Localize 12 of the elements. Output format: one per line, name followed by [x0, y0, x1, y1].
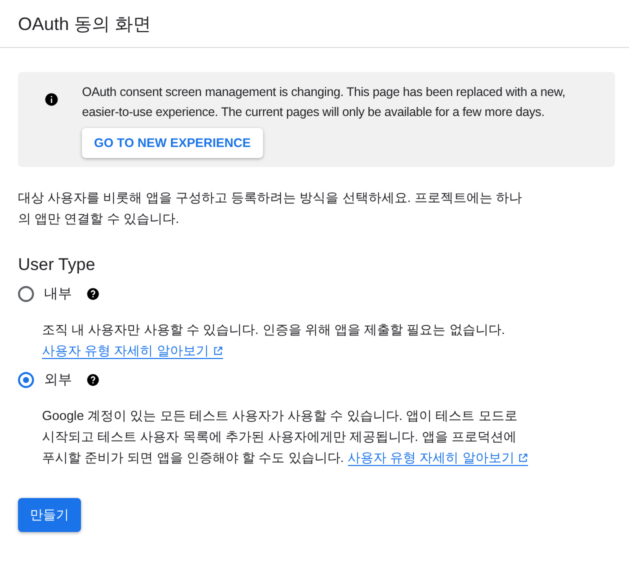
option-description: 조직 내 사용자만 사용할 수 있습니다. 인증을 위해 앱을 제출할 필요는 없습니다. 사용자 유형 자세히 알아보기: [42, 321, 506, 361]
intro-text: 대상 사용자를 비롯해 앱을 구성하고 등록하려는 방식을 선택하세요. 프로젝트에는 하나의 앱만 연결할 수 있습니다.: [18, 189, 524, 228]
page-title: OAuth 동의 화면: [18, 12, 152, 36]
learn-more-link[interactable]: 사용자 유형 자세히 알아보기: [348, 450, 528, 466]
notice-text: OAuth consent screen management is changing. This page has been replaced with a new, easier-to-use experience. The current pages will only be available for a few more days.: [82, 84, 566, 121]
option-description: Google 계정이 있는 모든 테스트 사용자가 사용할 수 있습니다. 앱이 테스트 모드로 시작되고 테스트 사용자 목록에 추가된 사용자에게만 제공됩니다. 앱을 프로덕션에 푸시할 준비가 되면 앱을 인증해야 할 수도 있습니다. 사용자 유형 자세히 알아보기: [42, 405, 532, 468]
radio-label: 외부: [44, 371, 72, 389]
radio-label: 내부: [44, 285, 72, 303]
create-button[interactable]: 만들기: [18, 498, 81, 532]
section-heading: User Type: [18, 255, 96, 275]
learn-more-link[interactable]: 사용자 유형 자세히 알아보기: [42, 343, 223, 359]
new-experience-button[interactable]: GO TO NEW EXPERIENCE: [82, 128, 263, 158]
